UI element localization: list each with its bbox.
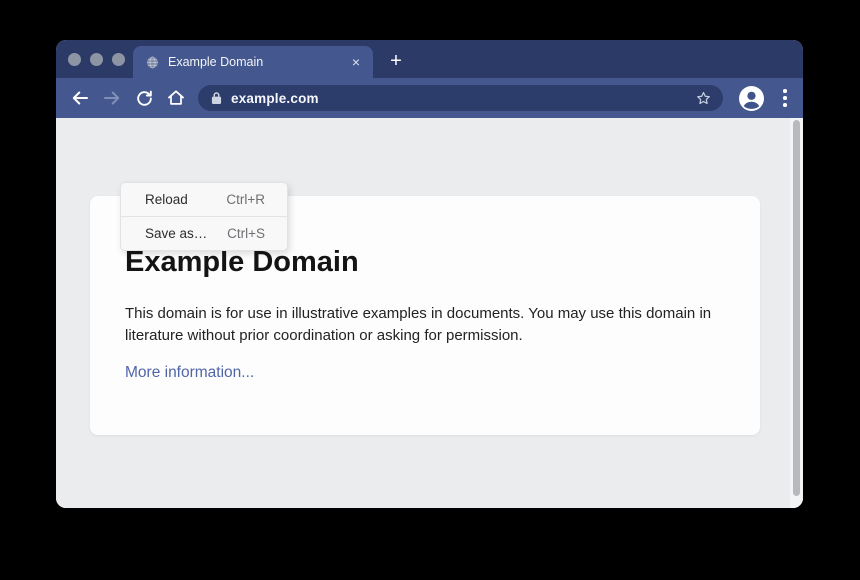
minimize-window-button[interactable] [90, 53, 103, 66]
lock-icon[interactable] [211, 91, 222, 105]
back-button[interactable] [64, 82, 96, 114]
reload-button[interactable] [128, 82, 160, 114]
home-icon [166, 88, 186, 108]
forward-arrow-icon [102, 88, 122, 108]
bookmark-star-icon[interactable] [695, 90, 712, 107]
tab-close-icon[interactable]: × [352, 55, 360, 69]
context-menu-item-save-as[interactable]: Save as… Ctrl+S [121, 217, 287, 250]
tab-favicon-globe-icon [146, 56, 159, 69]
address-bar[interactable]: example.com [198, 85, 723, 111]
context-menu-item-reload[interactable]: Reload Ctrl+R [121, 183, 287, 216]
profile-avatar[interactable] [739, 86, 764, 111]
more-information-link[interactable]: More information... [125, 364, 254, 382]
page-paragraph: This domain is for use in illustrative e… [125, 303, 725, 347]
browser-menu-icon[interactable] [783, 89, 787, 107]
menu-item-shortcut: Ctrl+S [227, 226, 265, 241]
tab-title: Example Domain [168, 55, 352, 69]
traffic-lights [68, 53, 125, 66]
browser-window: Example Domain × + [56, 40, 803, 508]
back-arrow-icon [70, 88, 90, 108]
reload-icon [135, 89, 154, 108]
menu-item-label: Reload [145, 192, 188, 207]
scrollbar-thumb[interactable] [793, 120, 800, 496]
home-button[interactable] [160, 82, 192, 114]
forward-button[interactable] [96, 82, 128, 114]
context-menu: Reload Ctrl+R Save as… Ctrl+S [120, 182, 288, 251]
page-viewport: Example Domain This domain is for use in… [56, 118, 803, 508]
tab-example-domain[interactable]: Example Domain × [133, 46, 373, 78]
zoom-window-button[interactable] [112, 53, 125, 66]
toolbar: example.com [56, 78, 803, 118]
menu-item-shortcut: Ctrl+R [226, 192, 265, 207]
menu-item-label: Save as… [145, 226, 207, 241]
new-tab-button[interactable]: + [383, 49, 409, 75]
titlebar: Example Domain × + [56, 40, 803, 78]
url-text: example.com [231, 91, 319, 106]
close-window-button[interactable] [68, 53, 81, 66]
